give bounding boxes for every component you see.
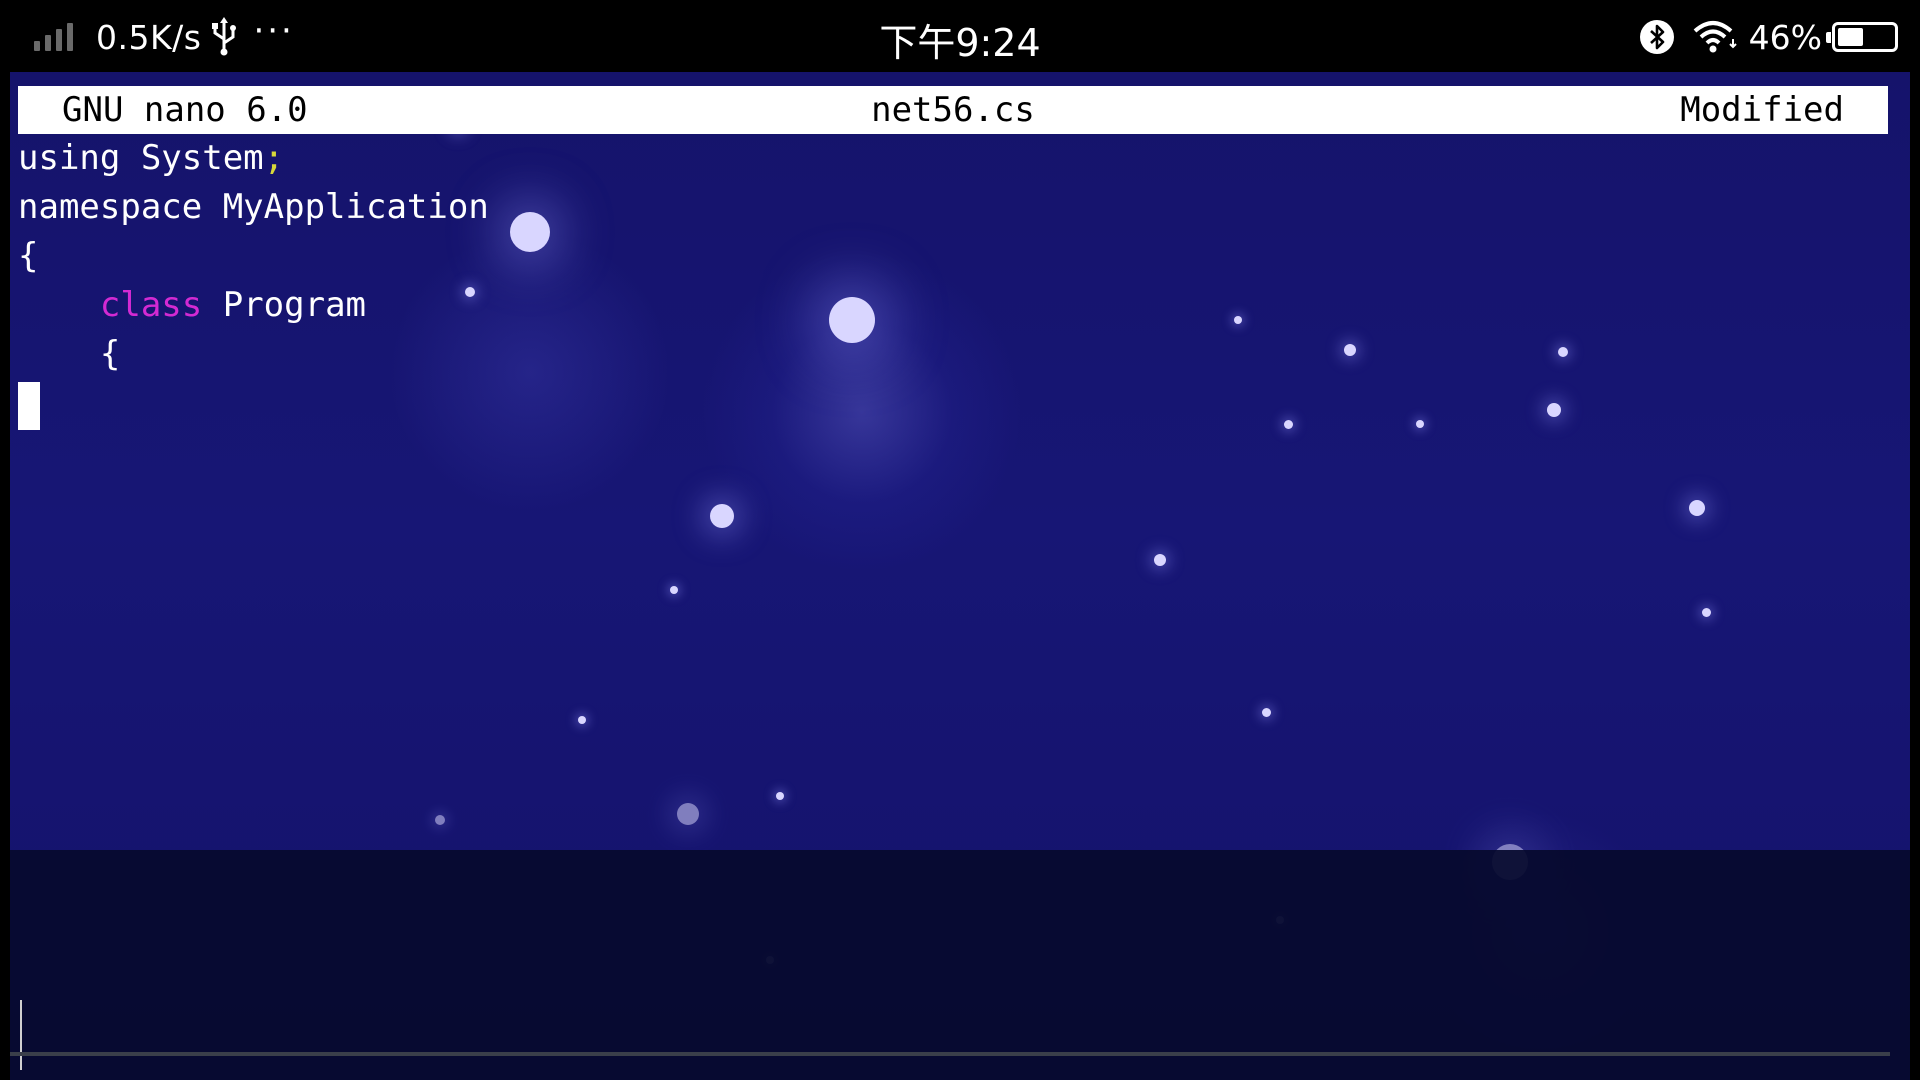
star-decoration — [578, 716, 586, 724]
code-token: Program — [202, 285, 367, 325]
semicolon-token: ; — [263, 138, 285, 178]
bluetooth-icon — [1639, 20, 1674, 54]
text-cursor — [18, 382, 40, 430]
star-decoration — [677, 803, 699, 825]
star-decoration — [1261, 707, 1271, 717]
keyword-token: class — [99, 285, 203, 325]
terminal-window[interactable]: GNU nano 6.0 net56.cs Modified using Sys… — [10, 72, 1910, 1080]
star-decoration — [435, 815, 445, 825]
battery-percentage: 46% — [1748, 17, 1822, 57]
input-caret — [20, 1000, 22, 1070]
status-bar: 0.5K/s ··· 下午9:24 46% — [0, 0, 1920, 72]
modified-indicator: Modified — [1680, 90, 1844, 130]
star-decoration — [670, 586, 678, 594]
code-line: using System; — [18, 134, 489, 183]
star-decoration — [829, 297, 875, 343]
star-decoration — [1154, 554, 1166, 566]
star-decoration — [1547, 403, 1561, 417]
code-token: { — [18, 236, 39, 276]
code-line: namespace MyApplication — [18, 183, 489, 232]
keyboard-input-panel[interactable] — [10, 850, 1910, 1080]
code-token: namespace MyApplication — [18, 187, 489, 227]
star-decoration — [1283, 419, 1293, 429]
code-token: { — [18, 334, 121, 374]
code-token: using System — [18, 138, 264, 178]
star-decoration — [1701, 607, 1711, 617]
nano-title-bar: GNU nano 6.0 net56.cs Modified — [18, 86, 1888, 134]
code-line: { — [18, 232, 489, 281]
star-decoration — [1416, 420, 1424, 428]
battery-icon — [1826, 22, 1898, 52]
editor-text-area[interactable]: using System; namespace MyApplication{ cl… — [18, 134, 489, 379]
code-line: { — [18, 330, 489, 379]
star-decoration — [510, 212, 550, 252]
battery-level-fill — [1838, 28, 1863, 46]
star-decoration — [776, 792, 784, 800]
star-decoration — [1344, 344, 1356, 356]
file-name: net56.cs — [871, 90, 1035, 130]
status-bar-clock: 下午9:24 — [879, 21, 1041, 65]
status-bar-right: 46% — [1639, 12, 1898, 62]
star-decoration — [1234, 316, 1242, 324]
star-decoration — [1689, 500, 1705, 516]
code-line: class Program — [18, 281, 489, 330]
star-decoration — [1558, 347, 1568, 357]
wifi-icon — [1693, 21, 1737, 53]
bottom-divider — [10, 1052, 1890, 1056]
star-decoration — [710, 504, 734, 528]
